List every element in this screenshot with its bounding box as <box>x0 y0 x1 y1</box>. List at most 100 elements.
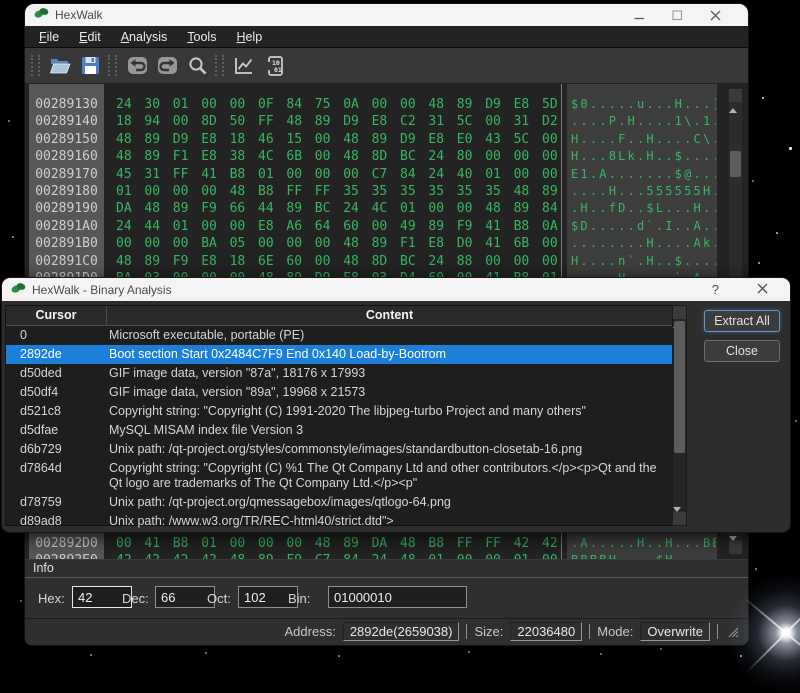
hex-row[interactable]: 00289190DA4889F9664489BC244C010000488984… <box>25 200 748 217</box>
hex-byte[interactable]: 84 <box>542 200 570 217</box>
ascii-text[interactable]: H...8Lk.H..$.... <box>571 148 716 165</box>
hex-byte[interactable]: 00 <box>485 552 513 559</box>
search-button[interactable] <box>182 51 212 80</box>
hex-byte[interactable]: 24 <box>428 148 456 165</box>
hex-byte[interactable]: 48 <box>230 552 258 559</box>
hex-byte[interactable]: 00 <box>144 183 172 200</box>
hex-byte[interactable]: E0 <box>457 131 485 148</box>
hex-byte[interactable]: 00 <box>542 235 570 252</box>
dec-value-input[interactable] <box>155 586 215 608</box>
hex-byte[interactable]: D9 <box>343 113 371 130</box>
hex-byte[interactable]: 48 <box>116 148 144 165</box>
hex-byte[interactable]: 48 <box>286 113 314 130</box>
hex-byte[interactable]: 60 <box>343 218 371 235</box>
hex-byte[interactable]: 00 <box>201 96 229 113</box>
ascii-text[interactable]: ........H....Ak. <box>571 235 716 252</box>
hex-byte[interactable]: 00 <box>514 166 542 183</box>
ascii-text[interactable]: BBBBH....$H..... <box>571 552 716 559</box>
hex-row[interactable]: 002891604889F1E8384C6B00488DBC2480000000… <box>25 148 748 165</box>
minimize-button[interactable] <box>634 10 645 21</box>
hex-byte[interactable]: FF <box>457 535 485 552</box>
hex-byte[interactable]: 24 <box>116 96 144 113</box>
hex-byte[interactable]: 8D <box>372 148 400 165</box>
toolbar-drag-handle[interactable] <box>31 55 40 76</box>
hex-byte[interactable]: E8 <box>428 131 456 148</box>
menu-analysis[interactable]: Analysis <box>111 28 178 46</box>
hex-byte[interactable]: 41 <box>485 235 513 252</box>
hex-byte[interactable]: 5C <box>457 113 485 130</box>
dialog-close-icon[interactable] <box>757 281 768 299</box>
analysis-table-row[interactable]: d50dedGIF image data, version "87a", 181… <box>6 364 672 383</box>
hex-byte[interactable]: 01 <box>201 535 229 552</box>
hex-row[interactable]: 002891704531FF41B801000000C7842440010000… <box>25 166 748 183</box>
hex-byte[interactable]: F1 <box>173 148 201 165</box>
hex-byte[interactable]: 89 <box>372 131 400 148</box>
ascii-text[interactable]: ....H...555555H. <box>571 183 716 200</box>
hex-byte[interactable]: 00 <box>286 535 314 552</box>
hex-byte[interactable]: 00 <box>372 218 400 235</box>
hex-byte[interactable]: 00 <box>258 235 286 252</box>
hex-byte[interactable]: 46 <box>258 131 286 148</box>
binary-converter-button[interactable]: 10 01 <box>259 51 289 80</box>
hex-byte[interactable]: 00 <box>542 552 570 559</box>
hex-byte[interactable]: 05 <box>230 235 258 252</box>
ascii-text[interactable]: .H..fD..$L...H.. <box>571 200 716 217</box>
hex-byte[interactable]: 48 <box>514 183 542 200</box>
hex-byte[interactable]: 01 <box>428 552 456 559</box>
hex-byte[interactable]: 80 <box>457 148 485 165</box>
hex-byte[interactable]: 42 <box>144 552 172 559</box>
hex-byte[interactable]: 50 <box>230 113 258 130</box>
hex-byte[interactable]: 01 <box>400 200 428 217</box>
hex-byte[interactable]: 4C <box>372 200 400 217</box>
hex-byte[interactable]: 31 <box>144 166 172 183</box>
hex-row[interactable]: 0028913024300100000F84750A00004889D9E85D… <box>25 96 748 113</box>
hex-byte[interactable]: 01 <box>258 166 286 183</box>
hex-byte[interactable]: 48 <box>400 535 428 552</box>
hex-byte[interactable]: 00 <box>457 552 485 559</box>
hex-byte[interactable]: E8 <box>201 253 229 270</box>
hex-byte[interactable]: 00 <box>485 148 513 165</box>
hex-byte[interactable]: 48 <box>428 96 456 113</box>
hex-byte[interactable]: 4C <box>258 148 286 165</box>
hex-byte[interactable]: 89 <box>457 96 485 113</box>
dialog-titlebar[interactable]: HexWalk - Binary Analysis ? <box>2 278 790 301</box>
ascii-text[interactable]: E1.A.......$@... <box>571 166 716 183</box>
analysis-table-row[interactable]: d50df4GIF image data, version "89a", 199… <box>6 383 672 402</box>
open-file-button[interactable] <box>45 51 75 80</box>
hex-byte[interactable]: 24 <box>343 200 371 217</box>
hex-byte[interactable]: 0A <box>343 96 371 113</box>
hex-byte[interactable]: FF <box>485 535 513 552</box>
hex-byte[interactable]: B8 <box>514 218 542 235</box>
hex-row[interactable]: 002891A02444010000E8A66460004989F941B80A… <box>25 218 748 235</box>
analysis-table-row[interactable]: d89ad8Unix path: /www.w3.org/TR/REC-html… <box>6 512 672 531</box>
hex-byte[interactable]: 5D <box>542 96 570 113</box>
dialog-scrollbar[interactable] <box>672 305 687 526</box>
hex-byte[interactable]: 6B <box>514 235 542 252</box>
hex-byte[interactable]: 89 <box>173 200 201 217</box>
hex-byte[interactable]: 66 <box>230 200 258 217</box>
hex-byte[interactable]: 89 <box>144 131 172 148</box>
hex-byte[interactable]: 00 <box>315 166 343 183</box>
hex-byte[interactable]: B8 <box>258 183 286 200</box>
hex-byte[interactable]: 48 <box>343 148 371 165</box>
hex-byte[interactable]: BC <box>315 200 343 217</box>
hex-scrollbar-thumb[interactable] <box>730 151 741 177</box>
hex-byte[interactable]: F9 <box>173 253 201 270</box>
hex-byte[interactable]: 40 <box>457 166 485 183</box>
hex-byte[interactable]: 38 <box>230 148 258 165</box>
ascii-text[interactable]: H....F..H....C\. <box>571 131 716 148</box>
hex-byte[interactable]: 45 <box>116 166 144 183</box>
help-icon[interactable]: ? <box>712 282 719 297</box>
hex-byte[interactable]: 01 <box>514 552 542 559</box>
toolbar-drag-handle[interactable] <box>215 55 224 76</box>
hex-byte[interactable]: 00 <box>173 235 201 252</box>
hex-byte[interactable]: 01 <box>173 218 201 235</box>
hex-byte[interactable]: B8 <box>428 535 456 552</box>
hex-byte[interactable]: 15 <box>286 131 314 148</box>
hex-byte[interactable]: 0F <box>258 96 286 113</box>
hex-byte[interactable]: FF <box>258 113 286 130</box>
hex-byte[interactable]: 84 <box>343 552 371 559</box>
hex-byte[interactable]: 01 <box>485 166 513 183</box>
hex-byte[interactable]: 49 <box>400 218 428 235</box>
hex-byte[interactable]: 00 <box>116 235 144 252</box>
